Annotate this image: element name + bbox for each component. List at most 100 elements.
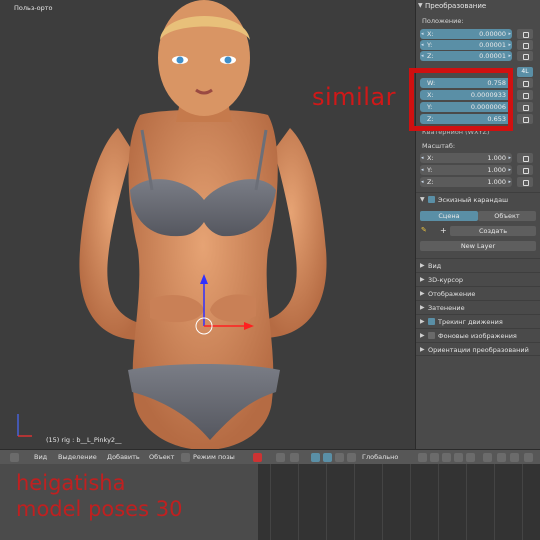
lock-position-z-icon[interactable] xyxy=(517,51,533,61)
pose-paste-icon[interactable] xyxy=(510,453,519,462)
timeline-gridline xyxy=(494,464,495,540)
timeline-gridline xyxy=(298,464,299,540)
expand-triangle-icon: ▶ xyxy=(420,290,425,297)
shading-sphere-icon[interactable] xyxy=(253,453,262,462)
lock-scale-z-icon[interactable] xyxy=(517,177,533,187)
decrement-arrow-icon: ◂ xyxy=(421,31,424,37)
expand-triangle-icon: ▶ xyxy=(420,276,425,283)
collapse-triangle-icon: ▼ xyxy=(418,2,423,9)
manipulator-toggle-icon[interactable] xyxy=(311,453,320,462)
rotate-manipulator-icon[interactable] xyxy=(335,453,344,462)
decrement-arrow-icon: ◂ xyxy=(421,155,424,161)
lock-rotation-z-icon[interactable] xyxy=(517,114,533,124)
increment-arrow-icon: ▸ xyxy=(508,42,511,48)
view-panel-header[interactable]: ▶ Вид xyxy=(416,258,540,272)
layer-toggle-icon[interactable] xyxy=(466,453,475,462)
select-menu[interactable]: Выделение xyxy=(58,450,97,465)
watermark: heigatisha model poses 30 xyxy=(16,470,182,522)
timeline-gridline xyxy=(466,464,467,540)
plus-icon: + xyxy=(440,226,447,235)
pencil-icon: ✎ xyxy=(421,226,427,234)
transform-panel-header[interactable]: ▼ Преобразование xyxy=(416,0,540,12)
increment-arrow-icon: ▸ xyxy=(508,167,511,173)
expand-triangle-icon: ▶ xyxy=(420,346,425,353)
lock-rotation-w-icon[interactable] xyxy=(517,78,533,88)
increment-arrow-icon: ▸ xyxy=(508,155,511,161)
view-menu[interactable]: Вид xyxy=(34,450,47,465)
timeline-gridline xyxy=(522,464,523,540)
watermark-line-2: model poses 30 xyxy=(16,497,183,521)
grease-pencil-header[interactable]: ▼ Эскизный карандаш xyxy=(416,192,540,206)
scale-z-field[interactable]: ◂ Z: 1.000 ▸ xyxy=(420,177,512,187)
translate-manipulator-icon[interactable] xyxy=(323,453,332,462)
tab-object[interactable]: Объект xyxy=(478,211,536,221)
background-images-checkbox[interactable] xyxy=(428,332,435,339)
render-icon[interactable] xyxy=(524,453,533,462)
increment-arrow-icon: ▸ xyxy=(508,179,511,185)
scale-x-field[interactable]: ◂ X: 1.000 ▸ xyxy=(420,153,512,163)
add-menu[interactable]: Добавить xyxy=(107,450,140,465)
active-bone-label: (15) rig : b__L_Pinky2__ xyxy=(46,436,122,444)
scale-label: Масштаб: xyxy=(422,142,456,150)
cursor-panel-header[interactable]: ▶ 3D-курсор xyxy=(416,272,540,286)
decrement-arrow-icon: ◂ xyxy=(421,167,424,173)
new-layer-button[interactable]: New Layer xyxy=(420,241,536,251)
increment-arrow-icon: ▸ xyxy=(508,31,511,37)
shading-panel-header[interactable]: ▶ Затенение xyxy=(416,300,540,314)
lock-scale-x-icon[interactable] xyxy=(517,153,533,163)
object-menu[interactable]: Объект xyxy=(149,450,174,465)
create-button[interactable]: Создать xyxy=(450,226,536,236)
lock-position-x-icon[interactable] xyxy=(517,29,533,39)
layer-toggle-icon[interactable] xyxy=(430,453,439,462)
lock-position-y-icon[interactable] xyxy=(517,40,533,50)
display-panel-header[interactable]: ▶ Отображение xyxy=(416,286,540,300)
timeline-right-region xyxy=(258,464,540,540)
grease-pencil-checkbox[interactable] xyxy=(428,196,435,203)
background-images-panel-header[interactable]: ▶ Фоновые изображения xyxy=(416,328,540,342)
scale-y-field[interactable]: ◂ Y: 1.000 ▸ xyxy=(420,165,512,175)
rotation-4l-toggle[interactable]: 4L xyxy=(517,67,533,77)
snap-icon[interactable] xyxy=(290,453,299,462)
timeline-gridline xyxy=(410,464,411,540)
expand-triangle-icon: ▶ xyxy=(420,304,425,311)
3d-viewport[interactable]: Польз-орто (15) rig : b__L_Pinky2__ xyxy=(0,0,415,449)
watermark-line-1: heigatisha xyxy=(16,471,126,495)
timeline-gridline xyxy=(354,464,355,540)
position-z-field[interactable]: ◂ Z: 0.00001 ▸ xyxy=(420,51,512,61)
layer-toggle-icon[interactable] xyxy=(442,453,451,462)
timeline-gridline xyxy=(438,464,439,540)
pose-mode-icon xyxy=(181,453,190,462)
viewport-header-bar: Вид Выделение Добавить Объект Режим позы… xyxy=(0,449,540,464)
mode-select[interactable]: Режим позы xyxy=(193,450,235,465)
decrement-arrow-icon: ◂ xyxy=(421,179,424,185)
view-axis-icon xyxy=(17,414,32,437)
lock-scale-y-icon[interactable] xyxy=(517,165,533,175)
expand-triangle-icon: ▶ xyxy=(420,332,425,339)
editor-type-icon[interactable] xyxy=(10,453,19,462)
decrement-arrow-icon: ◂ xyxy=(421,53,424,59)
timeline-gridline xyxy=(382,464,383,540)
position-y-field[interactable]: ◂ Y: 0.00001 ▸ xyxy=(420,40,512,50)
pose-copy-icon[interactable] xyxy=(497,453,506,462)
increment-arrow-icon: ▸ xyxy=(508,53,511,59)
character-model[interactable] xyxy=(0,0,415,449)
lock-rotation-x-icon[interactable] xyxy=(517,90,533,100)
timeline-gridline xyxy=(326,464,327,540)
motion-tracking-checkbox[interactable] xyxy=(428,318,435,325)
expand-triangle-icon: ▶ xyxy=(420,318,425,325)
rotation-highlight-box xyxy=(409,68,513,131)
pivot-point-icon[interactable] xyxy=(276,453,285,462)
position-label: Положение: xyxy=(422,17,464,25)
timeline-gridline xyxy=(270,464,271,540)
tab-scene[interactable]: Сцена xyxy=(420,211,478,221)
scale-manipulator-icon[interactable] xyxy=(347,453,356,462)
layer-toggle-icon[interactable] xyxy=(418,453,427,462)
transform-orientations-panel-header[interactable]: ▶ Ориентации преобразований xyxy=(416,342,540,356)
layer-toggle-icon[interactable] xyxy=(454,453,463,462)
orientation-select[interactable]: Глобально xyxy=(362,450,398,465)
lock-rotation-y-icon[interactable] xyxy=(517,102,533,112)
viewport-title: Польз-орто xyxy=(14,4,53,12)
position-x-field[interactable]: ◂ X: 0.00000 ▸ xyxy=(420,29,512,39)
lock-camera-icon[interactable] xyxy=(483,453,492,462)
motion-tracking-panel-header[interactable]: ▶ Трекинг движения xyxy=(416,314,540,328)
